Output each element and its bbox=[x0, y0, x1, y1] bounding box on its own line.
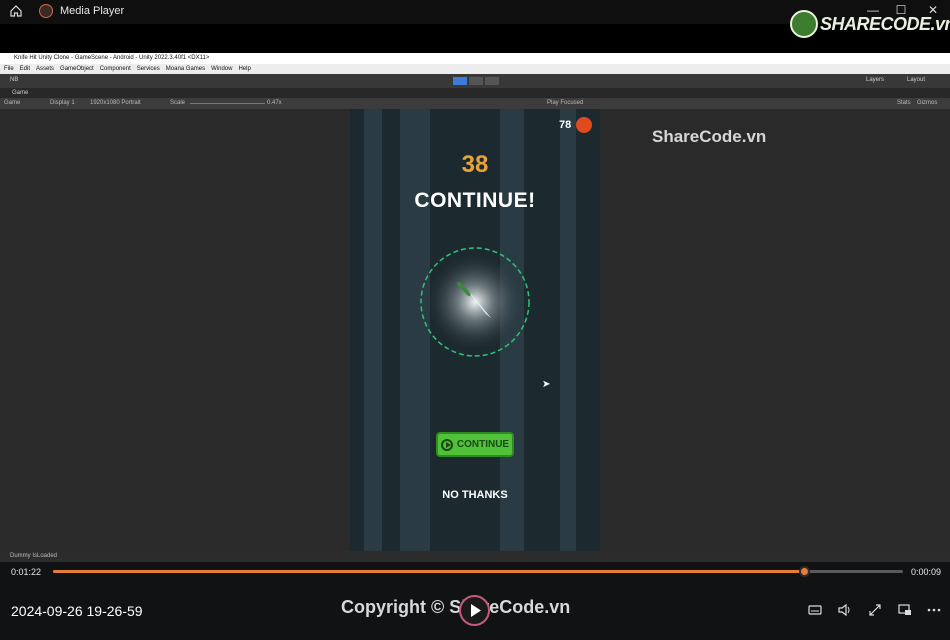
resolution-dropdown[interactable]: 1920x1080 Portrait bbox=[90, 98, 141, 109]
scale-slider[interactable] bbox=[190, 103, 265, 104]
unity-title-text: Knife Hit Unity Clone - GameScene - Andr… bbox=[14, 55, 210, 61]
menu-services[interactable]: Services bbox=[137, 66, 160, 72]
play-focused-dropdown[interactable]: Play Focused bbox=[547, 98, 583, 109]
continue-button[interactable]: CONTINUE bbox=[436, 432, 514, 457]
scale-label: Scale bbox=[170, 100, 186, 106]
game-viewport[interactable]: 78 38 CONTINUE! CONTINUE NO THANKS ➤ bbox=[350, 109, 600, 551]
unity-pause-button[interactable] bbox=[469, 77, 483, 85]
menu-assets[interactable]: Assets bbox=[36, 66, 54, 72]
menu-window[interactable]: Window bbox=[211, 66, 232, 72]
remaining-time: 0:00:09 bbox=[911, 567, 942, 577]
menu-component[interactable]: Component bbox=[100, 66, 131, 72]
menu-file[interactable]: File bbox=[4, 66, 14, 72]
timer-ring bbox=[420, 247, 530, 357]
menu-moana-games[interactable]: Moana Games bbox=[166, 66, 205, 72]
play-icon bbox=[471, 604, 481, 617]
volume-icon[interactable] bbox=[837, 602, 853, 618]
media-name: 2024-09-26 19-26-59 bbox=[11, 603, 143, 619]
sharecode-watermark: ShareCode.vn bbox=[652, 127, 767, 146]
fullscreen-icon[interactable] bbox=[867, 602, 883, 618]
play-circle-icon bbox=[440, 438, 453, 451]
menu-edit[interactable]: Edit bbox=[20, 66, 30, 72]
more-icon[interactable] bbox=[926, 602, 942, 618]
stats-button[interactable]: Stats bbox=[897, 98, 911, 109]
menu-gameobject[interactable]: GameObject bbox=[60, 66, 94, 72]
account-dropdown[interactable]: NB bbox=[10, 77, 18, 83]
scale-value: 0.47x bbox=[267, 100, 282, 106]
sharecode-logo-icon bbox=[790, 10, 818, 38]
window-title: Media Player bbox=[60, 5, 125, 17]
current-time: 0:01:22 bbox=[11, 567, 42, 577]
status-text: Dummy IsLoaded bbox=[10, 553, 58, 559]
miniplayer-icon[interactable] bbox=[897, 602, 913, 618]
continue-button-label: CONTINUE bbox=[456, 439, 510, 450]
unity-left-panel bbox=[0, 109, 350, 551]
unity-toolbar: NB Layers Layout bbox=[0, 74, 950, 88]
home-icon[interactable] bbox=[9, 4, 23, 18]
continue-heading: CONTINUE! bbox=[414, 189, 536, 212]
score: 38 bbox=[461, 151, 489, 178]
display-dropdown[interactable]: Display 1 bbox=[50, 98, 75, 109]
gizmos-button[interactable]: Gizmos bbox=[917, 98, 937, 109]
unity-step-button[interactable] bbox=[485, 77, 499, 85]
apple-icon bbox=[576, 117, 592, 133]
coin-count: 78 bbox=[559, 119, 572, 131]
unity-window-title: Knife Hit Unity Clone - GameScene - Andr… bbox=[0, 53, 950, 64]
play-button[interactable] bbox=[459, 595, 490, 626]
game-view-dropdown[interactable]: Game bbox=[4, 98, 20, 109]
unity-game-toolbar: Game Display 1 1920x1080 Portrait Scale … bbox=[0, 98, 950, 109]
unity-right-panel bbox=[600, 109, 950, 551]
copyright-watermark: Copyright © ShareCode.vn bbox=[341, 597, 571, 617]
layout-dropdown[interactable]: Layout bbox=[907, 77, 925, 83]
seek-bar-progress bbox=[53, 570, 805, 573]
no-thanks-button[interactable]: NO THANKS bbox=[350, 489, 600, 501]
sharecode-logo-text: SHARECODE.vn bbox=[820, 14, 950, 34]
unity-menubar: File Edit Assets GameObject Component Service… bbox=[0, 64, 950, 74]
unity-play-button[interactable] bbox=[453, 77, 467, 85]
app-icon bbox=[39, 4, 53, 18]
layers-dropdown[interactable]: Layers bbox=[866, 77, 884, 83]
unity-tabbar: Game bbox=[0, 88, 950, 98]
tab-game[interactable]: Game bbox=[12, 90, 28, 96]
unity-status-bar: Dummy IsLoaded bbox=[0, 551, 950, 562]
mouse-cursor-icon: ➤ bbox=[542, 379, 551, 390]
subtitles-icon[interactable] bbox=[807, 602, 823, 618]
menu-help[interactable]: Help bbox=[238, 66, 250, 72]
